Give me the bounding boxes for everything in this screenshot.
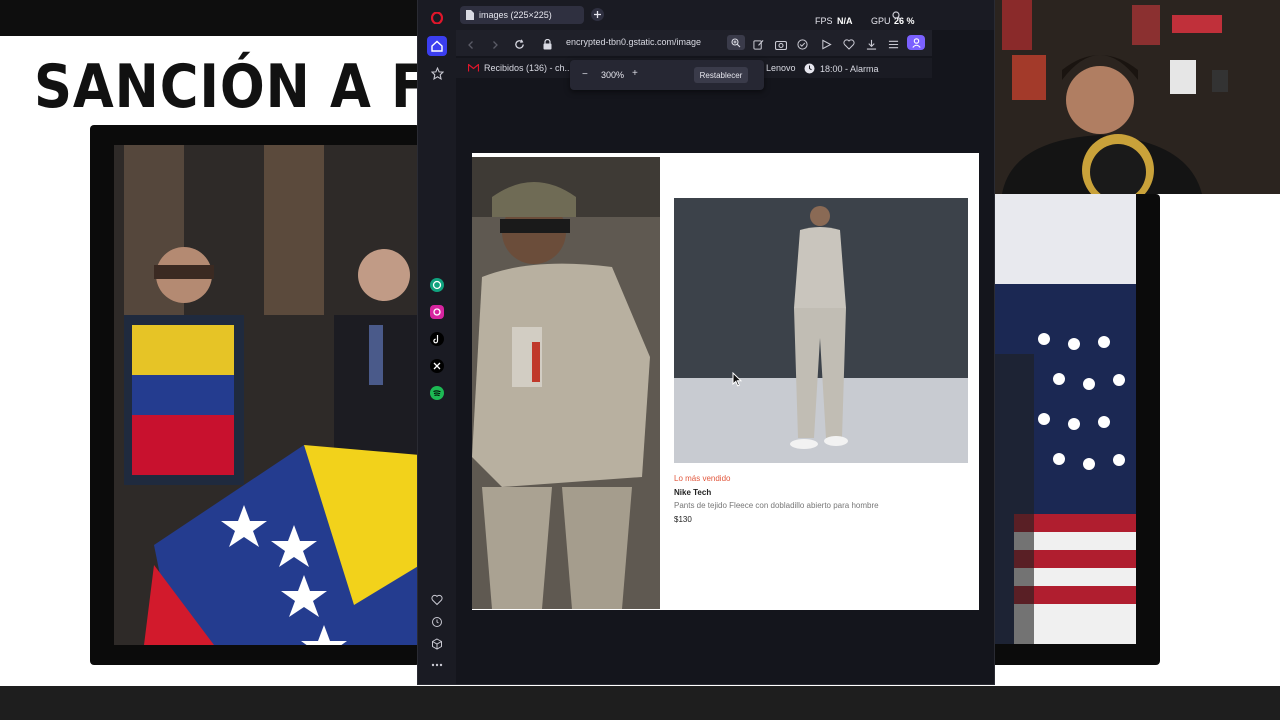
venezuela-photo <box>114 145 420 645</box>
extensions-cube-icon[interactable] <box>418 634 456 654</box>
send-play-icon[interactable] <box>821 37 832 55</box>
gmail-icon <box>468 64 479 72</box>
photo-man-illustration <box>472 157 660 609</box>
zoom-level: 300% <box>601 70 625 80</box>
reload-icon[interactable] <box>514 37 525 55</box>
slide-title: SANCIÓN A FU <box>34 52 472 122</box>
user-profile-icon <box>911 37 921 48</box>
photo-model-illustration <box>674 198 968 463</box>
zoom-indicator-button[interactable] <box>727 35 745 50</box>
stream-bottom-bar <box>0 686 1280 720</box>
photo-nike-model <box>674 198 968 463</box>
chatgpt-icon[interactable] <box>418 275 456 295</box>
product-name: Nike Tech <box>674 488 712 497</box>
product-description: Pants de tejido Fleece con dobladillo ab… <box>674 501 879 510</box>
download-icon[interactable] <box>866 37 877 55</box>
camera-snapshot-icon[interactable] <box>774 37 788 55</box>
bookmark-gmail[interactable]: Recibidos (136) - ch... <box>468 63 572 73</box>
zoom-in-button[interactable]: + <box>632 68 638 79</box>
photo-man-in-tracksuit <box>472 157 660 609</box>
tiktok-icon[interactable] <box>418 329 456 349</box>
alarm-clock-icon <box>804 63 815 74</box>
heart-favorite-icon[interactable] <box>843 37 855 55</box>
zoom-reset-button[interactable]: Restablecer <box>694 67 748 83</box>
url-text[interactable]: encrypted-tbn0.gstatic.com/image <box>566 37 701 47</box>
venezuela-photo-illustration <box>114 145 420 645</box>
page-icon <box>466 10 474 20</box>
product-tag: Lo más vendido <box>674 474 731 483</box>
mouse-cursor-icon <box>732 371 743 392</box>
more-dots-icon[interactable] <box>418 655 456 675</box>
heart-icon[interactable] <box>418 590 456 610</box>
bookmark-gmail-label: Recibidos (136) - ch... <box>484 63 573 73</box>
edit-icon[interactable] <box>753 37 764 55</box>
instagram-icon[interactable] <box>418 302 456 322</box>
menu-hamburger-icon[interactable] <box>888 37 899 55</box>
bookmark-alarm-label: 18:00 - Alarma <box>820 63 879 74</box>
spotify-icon[interactable] <box>418 383 456 403</box>
tab-search-icon[interactable] <box>892 8 902 26</box>
profile-button[interactable] <box>907 35 925 50</box>
home-icon[interactable] <box>418 36 456 56</box>
usa-flag-illustration <box>994 194 1136 644</box>
history-clock-icon[interactable] <box>418 612 456 632</box>
bookmark-lenovo[interactable]: Lenovo <box>766 63 796 73</box>
tab-title: images (225×225) <box>479 10 552 20</box>
fps-label: FPS <box>815 16 833 26</box>
bookmark-lenovo-label: Lenovo <box>766 63 796 73</box>
x-twitter-icon[interactable] <box>418 356 456 376</box>
magnifier-zoom-icon <box>731 37 741 47</box>
browser-sidebar <box>418 0 456 684</box>
tab-images[interactable]: images (225×225) <box>460 6 584 24</box>
usa-photo <box>994 194 1136 644</box>
forward-arrow-icon[interactable] <box>490 37 500 55</box>
lock-icon[interactable] <box>543 37 552 55</box>
shield-check-icon[interactable] <box>797 37 808 55</box>
fps-value: N/A <box>837 16 853 26</box>
zoom-out-button[interactable]: − <box>582 69 588 80</box>
bookmark-star-icon[interactable] <box>418 63 456 83</box>
product-price: $130 <box>674 515 692 524</box>
plus-icon <box>594 11 601 18</box>
back-arrow-icon[interactable] <box>466 37 476 55</box>
bookmark-alarm[interactable]: 18:00 - Alarma <box>804 63 879 74</box>
new-tab-button[interactable] <box>591 8 604 21</box>
opera-logo-icon[interactable] <box>418 8 456 28</box>
gpu-label: GPU <box>871 16 891 26</box>
